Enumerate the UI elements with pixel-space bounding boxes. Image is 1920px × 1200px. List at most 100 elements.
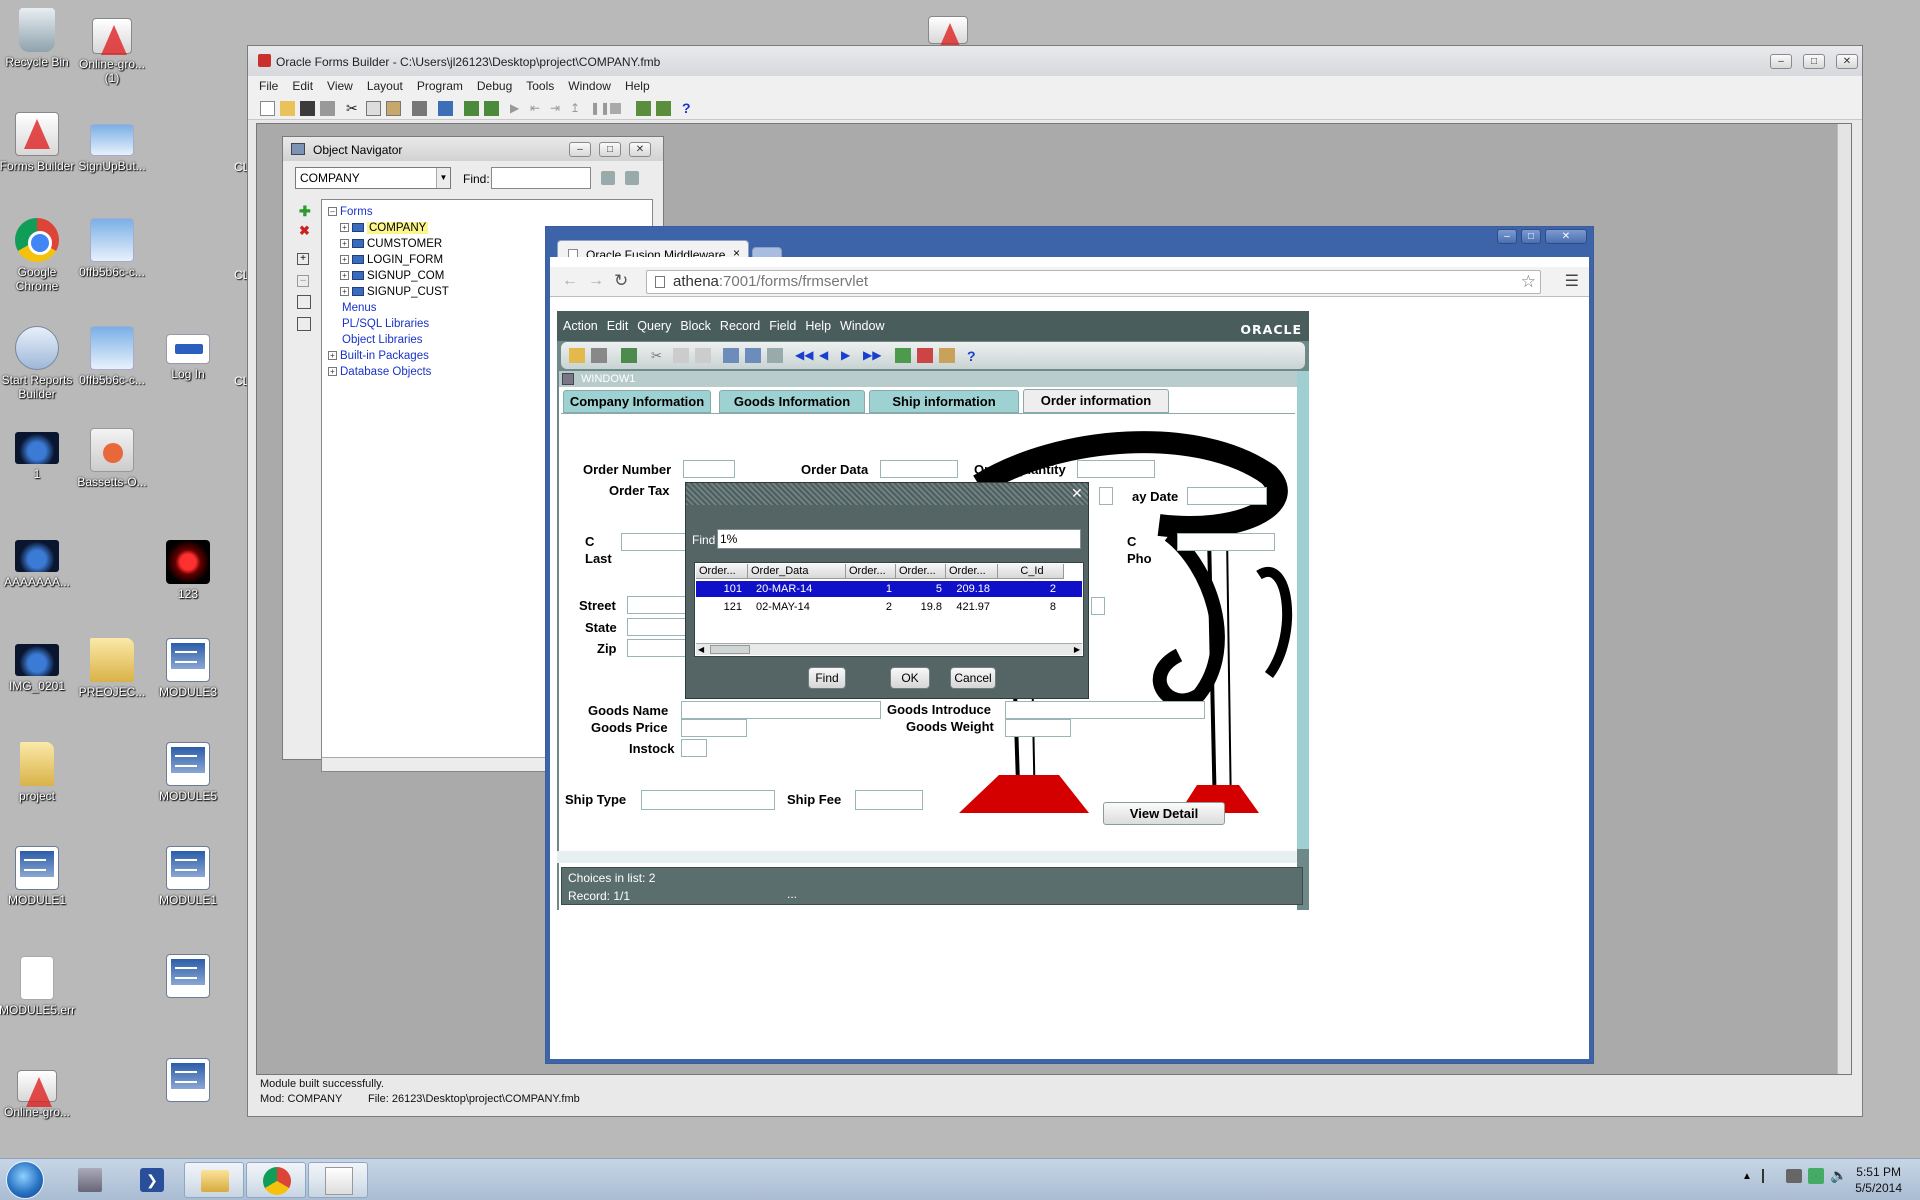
tree-node-database-objects[interactable]: + Database Objects: [328, 366, 431, 378]
folder-icon[interactable]: PREOJEC...: [70, 638, 154, 699]
taskbar-forms-builder[interactable]: [308, 1162, 368, 1198]
expand-icon[interactable]: +: [340, 271, 349, 281]
image-file-icon[interactable]: 123: [146, 540, 230, 601]
taskbar-file-explorer[interactable]: [184, 1162, 244, 1198]
taskbar-server-manager[interactable]: [60, 1162, 120, 1198]
tab-ship-information[interactable]: Ship information: [869, 390, 1019, 413]
image-file-icon[interactable]: 0ffb5b6c-c...: [70, 218, 154, 279]
insert-record-icon[interactable]: [895, 348, 911, 363]
tree-node-built-in-packages[interactable]: + Built-in Packages: [328, 350, 429, 362]
google-chrome-shortcut-icon[interactable]: Google Chrome: [0, 218, 79, 293]
close-button[interactable]: ✕: [1545, 229, 1587, 244]
back-icon[interactable]: ←: [562, 272, 578, 290]
maximize-button[interactable]: □: [599, 142, 621, 157]
text-file-icon[interactable]: MODULE5.err: [0, 956, 79, 1017]
cut-icon[interactable]: ✂: [651, 348, 667, 363]
expand-icon[interactable]: +: [297, 253, 309, 265]
find-next-icon[interactable]: [601, 171, 615, 185]
forms-module-file-icon[interactable]: MODULE1: [0, 846, 79, 907]
cancel-button[interactable]: Cancel: [950, 667, 996, 689]
next-block-icon[interactable]: ▶▶: [863, 348, 881, 363]
forms-module-file-icon[interactable]: MODULE3: [146, 638, 230, 699]
taskbar-chrome[interactable]: [246, 1162, 306, 1198]
goods-introduce-field[interactable]: [1005, 701, 1205, 719]
cancel-query-icon[interactable]: [767, 348, 783, 363]
paste-icon[interactable]: [386, 101, 401, 116]
cut-icon[interactable]: ✂: [346, 101, 361, 116]
column-header[interactable]: Order...: [846, 564, 896, 579]
next-record-icon[interactable]: ▶: [841, 348, 857, 363]
signup-button-file-icon[interactable]: SignUpBut...: [70, 124, 154, 173]
column-header[interactable]: C_Id: [998, 564, 1064, 579]
close-button[interactable]: ✕: [629, 142, 651, 157]
save-icon[interactable]: [300, 101, 315, 116]
expand-icon[interactable]: +: [340, 239, 349, 249]
debug-step-icon[interactable]: [484, 101, 499, 116]
vertical-scrollbar[interactable]: [1837, 124, 1851, 1074]
menu-action[interactable]: Action: [560, 311, 601, 341]
new-icon[interactable]: [260, 101, 275, 116]
order-data-field[interactable]: [880, 460, 958, 478]
vertical-scrollbar[interactable]: [1297, 371, 1309, 849]
tree-node-object-libraries[interactable]: Object Libraries: [342, 334, 423, 346]
recycle-bin-icon[interactable]: Recycle Bin: [0, 8, 79, 69]
online-grocery-shortcut-icon[interactable]: Online-gro...: [0, 1070, 79, 1119]
lock-record-icon[interactable]: [939, 348, 955, 363]
print-icon[interactable]: [591, 348, 607, 363]
scroll-thumb[interactable]: [710, 645, 750, 654]
volume-icon[interactable]: 🔈: [1830, 1167, 1847, 1184]
goods-name-field[interactable]: [681, 701, 881, 719]
forms-module-file-icon[interactable]: [146, 1058, 230, 1105]
create-icon[interactable]: ✚: [299, 203, 311, 220]
order-quantity-field[interactable]: [1077, 460, 1155, 478]
reports-builder-shortcut-icon[interactable]: Start Reports Builder: [0, 326, 79, 401]
company-field[interactable]: [1177, 533, 1275, 551]
minimize-button[interactable]: –: [1497, 229, 1517, 244]
login-image-icon[interactable]: Log In: [146, 326, 230, 381]
tab-company-information[interactable]: Company Information: [563, 390, 711, 413]
collapse-icon[interactable]: –: [328, 207, 337, 217]
address-bar[interactable]: athena:7001/forms/frmservlet ☆: [646, 270, 1541, 294]
print-icon[interactable]: [320, 101, 335, 116]
ok-button[interactable]: OK: [890, 667, 930, 689]
instock-field[interactable]: [681, 739, 707, 757]
navigator-find-input[interactable]: [491, 167, 591, 189]
open-icon[interactable]: [280, 101, 295, 116]
horizontal-scrollbar[interactable]: ◀ ▶: [696, 643, 1082, 655]
column-header[interactable]: Order...: [896, 564, 946, 579]
table-row[interactable]: 121 02-MAY-14 2 19.8 421.97 8: [696, 599, 1082, 615]
tree-node-login-form[interactable]: + LOGIN_FORM: [340, 254, 443, 266]
column-header[interactable]: Order...: [696, 564, 748, 579]
video-file-icon[interactable]: AAAAAAA...: [0, 540, 79, 589]
scroll-left-icon[interactable]: ◀: [698, 645, 704, 654]
power-icon[interactable]: [1808, 1168, 1824, 1184]
collapse-icon[interactable]: –: [297, 275, 309, 287]
view-detail-button[interactable]: View Detail: [1103, 802, 1225, 825]
bassetts-file-icon[interactable]: Bassetts-O...: [70, 428, 154, 489]
previous-block-icon[interactable]: ◀◀: [795, 348, 813, 363]
tree-node-signup-com[interactable]: + SIGNUP_COM: [340, 270, 444, 282]
minimize-button[interactable]: –: [569, 142, 591, 157]
paste-icon[interactable]: [695, 348, 711, 363]
pay-date-field[interactable]: [1187, 487, 1267, 505]
menu-help[interactable]: Help: [618, 76, 657, 96]
delete-icon[interactable]: ✖: [299, 223, 310, 239]
ship-fee-field[interactable]: [855, 790, 923, 810]
execute-query-icon[interactable]: [745, 348, 761, 363]
online-grocery-shortcut-icon[interactable]: Online-gro... (1): [70, 18, 154, 85]
state-field[interactable]: [627, 618, 687, 636]
tab-goods-information[interactable]: Goods Information: [719, 390, 865, 413]
debug-icon[interactable]: [464, 101, 479, 116]
action-center-icon[interactable]: [1762, 1169, 1774, 1183]
forms-builder-titlebar[interactable]: Oracle Forms Builder - C:\Users\jl26123\…: [248, 46, 1862, 76]
collapse-all-icon[interactable]: [297, 317, 311, 331]
save-icon[interactable]: [569, 348, 585, 363]
menu-debug[interactable]: Debug: [470, 76, 519, 96]
menu-tools[interactable]: Tools: [519, 76, 561, 96]
video-file-icon[interactable]: 1: [0, 432, 79, 481]
order-tax-field[interactable]: [1099, 487, 1113, 505]
menu-program[interactable]: Program: [410, 76, 470, 96]
expand-icon[interactable]: +: [340, 287, 349, 297]
help-icon[interactable]: ?: [967, 348, 983, 364]
forward-icon[interactable]: →: [588, 272, 604, 290]
